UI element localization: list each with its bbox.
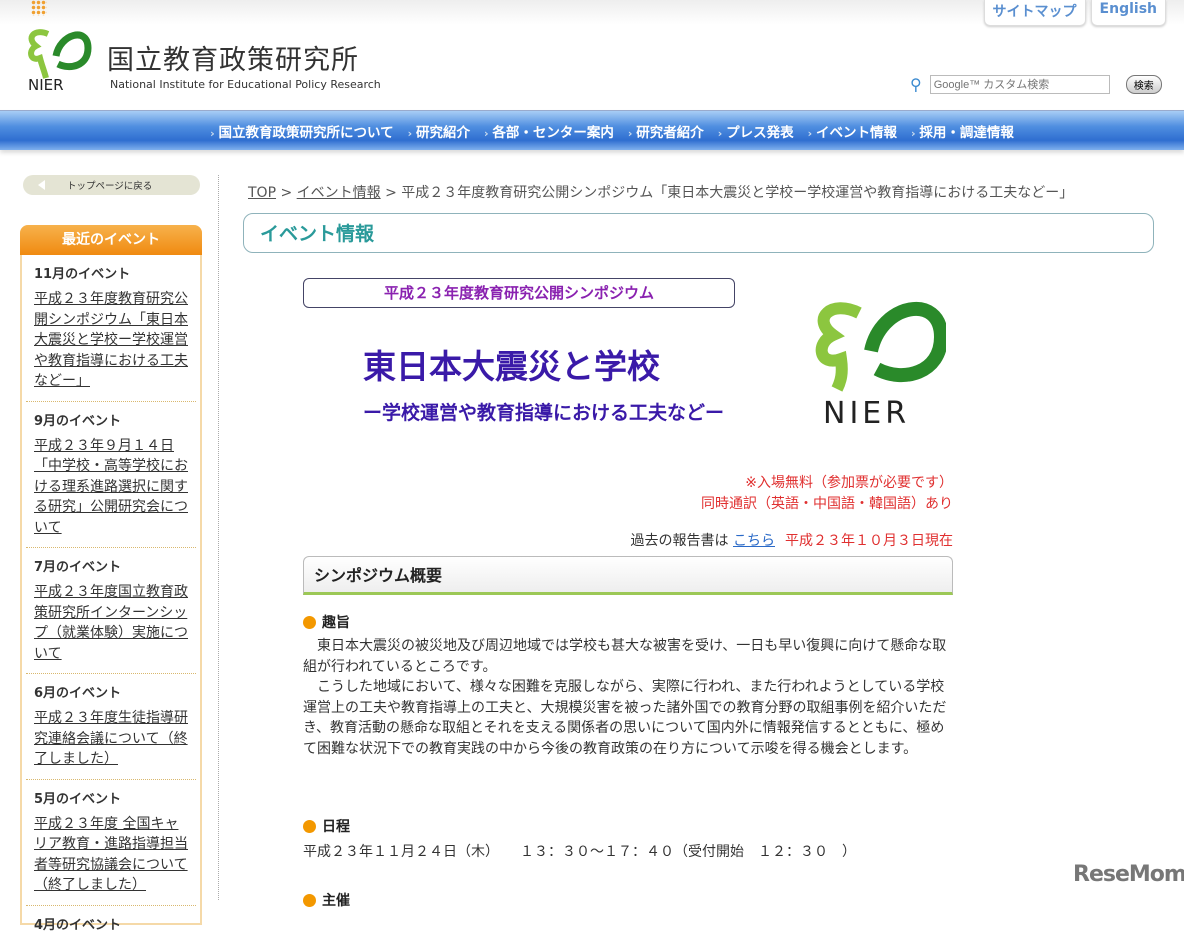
event-link[interactable]: 平成２３年度 全国キャリア教育・進路指導担当者等研究協議会について（終了しました… bbox=[34, 816, 188, 894]
back-to-top-button[interactable]: トップページに戻る bbox=[23, 175, 200, 195]
top-links: サイトマップ English bbox=[983, 0, 1166, 26]
sitemap-link[interactable]: サイトマップ bbox=[983, 0, 1086, 26]
divider bbox=[218, 175, 219, 900]
nier-logo[interactable]: NIER bbox=[26, 26, 92, 96]
host-label: 主催 bbox=[322, 893, 350, 909]
nav-about[interactable]: 国立教育政策研究所について bbox=[210, 121, 394, 141]
dots-decoration bbox=[31, 0, 47, 16]
event-group: 6月のイベント平成２３年度生徒指導研究連絡会議について（終了しました） bbox=[26, 674, 196, 780]
event-group: 7月のイベント平成２３年度国立教育政策研究所インターンシップ（就業体験）実施につ… bbox=[26, 548, 196, 674]
recent-events-panel: 最近のイベント 11月のイベント平成２３年度教育研究公開シンポジウム「東日本大震… bbox=[20, 225, 202, 933]
event-month: 9月のイベント bbox=[34, 413, 122, 429]
bullet-icon bbox=[303, 615, 316, 629]
updated-date: 平成２３年１０月３日現在 bbox=[785, 533, 953, 549]
resemom-watermark: ReseMom bbox=[1073, 862, 1184, 887]
purpose-paragraph: こうした地域において、様々な困難を克服しながら、実際に行われ、また行われようとし… bbox=[303, 679, 947, 757]
arrow-left-icon bbox=[33, 180, 45, 190]
past-prefix: 過去の報告書は bbox=[630, 533, 729, 549]
nav-recruit[interactable]: 採用・調達情報 bbox=[911, 121, 1014, 141]
event-group: 5月のイベント平成２３年度 全国キャリア教育・進路指導担当者等研究協議会について… bbox=[26, 780, 196, 906]
breadcrumb-events[interactable]: イベント情報 bbox=[297, 185, 381, 201]
nier-banner-logo: NIER bbox=[811, 293, 949, 432]
recent-events-title: 最近のイベント bbox=[20, 225, 202, 255]
event-link[interactable]: 平成２３年９月１４日「中学校・高等学校における理系進路選択に関する研究」公開研究… bbox=[34, 438, 188, 536]
notes: ※入場無料（参加票が必要です） 同時通訳（英語・中国語・韓国語）あり bbox=[701, 473, 953, 515]
event-group: 11月のイベント平成２３年度教育研究公開シンポジウム「東日本大震災と学校ー学校運… bbox=[26, 255, 196, 402]
bullet-icon bbox=[303, 819, 316, 833]
nav-departments[interactable]: 各部・センター案内 bbox=[484, 121, 614, 141]
event-month: 6月のイベント bbox=[34, 686, 122, 701]
schedule-text: 平成２３年１１月２４日（木） １３：３０～１７：４０（受付開始 １２：３０ ） bbox=[303, 844, 856, 860]
section-title: イベント情報 bbox=[243, 213, 1154, 253]
svg-text:NIER: NIER bbox=[28, 76, 64, 92]
banner-subtitle: 平成２３年度教育研究公開シンポジウム bbox=[303, 278, 735, 308]
purpose-label: 趣旨 bbox=[322, 615, 350, 631]
english-link[interactable]: English bbox=[1090, 0, 1166, 26]
nav-researchers[interactable]: 研究者紹介 bbox=[628, 121, 704, 141]
org-name-jp: 国立教育政策研究所 bbox=[107, 45, 359, 76]
schedule-label: 日程 bbox=[322, 819, 350, 835]
org-name-en: National Institute for Educational Polic… bbox=[110, 78, 381, 91]
purpose-paragraph: 東日本大震災の被災地及び周辺地域では学校も甚大な被害を受け、一日も早い復興に向け… bbox=[303, 638, 947, 675]
search-input[interactable] bbox=[929, 75, 1110, 94]
breadcrumb-top[interactable]: TOP bbox=[248, 185, 276, 201]
event-month: 4月のイベント bbox=[34, 917, 122, 933]
banner-title-sub: ー学校運営や教育指導における工夫などー bbox=[363, 402, 725, 424]
event-group: 4月のイベント bbox=[26, 906, 196, 949]
host-heading: 主催 bbox=[303, 890, 350, 910]
note-interpretation: 同時通訳（英語・中国語・韓国語）あり bbox=[701, 496, 953, 512]
purpose-heading: 趣旨 bbox=[303, 612, 350, 632]
overview-heading: シンポジウム概要 bbox=[303, 556, 953, 595]
search-icon: ⚲ bbox=[910, 75, 922, 94]
nav-press[interactable]: プレス発表 bbox=[718, 121, 794, 141]
banner-title: 東日本大震災と学校 bbox=[363, 347, 660, 386]
note-free: ※入場無料（参加票が必要です） bbox=[745, 475, 953, 491]
nav-research[interactable]: 研究紹介 bbox=[408, 121, 470, 141]
breadcrumb: TOP > イベント情報 > 平成２３年度教育研究公開シンポジウム「東日本大震災… bbox=[248, 185, 1074, 201]
bullet-icon bbox=[303, 893, 316, 907]
back-label: トップページに戻る bbox=[67, 181, 153, 192]
event-group: 9月のイベント平成２３年９月１４日「中学校・高等学校における理系進路選択に関する… bbox=[26, 402, 196, 548]
event-link[interactable]: 平成２３年度教育研究公開シンポジウム「東日本大震災と学校ー学校運営や教育指導にお… bbox=[34, 291, 188, 389]
event-month: 11月のイベント bbox=[34, 267, 131, 282]
purpose-text: 東日本大震災の被災地及び周辺地域では学校も甚大な被害を受け、一日も早い復興に向け… bbox=[303, 636, 953, 759]
past-reports-link[interactable]: こちら bbox=[733, 533, 775, 549]
search-button[interactable]: 検索 bbox=[1125, 75, 1162, 94]
event-link[interactable]: 平成２３年度国立教育政策研究所インターンシップ（就業体験）実施について bbox=[34, 584, 188, 662]
past-reports: 過去の報告書は こちら 平成２３年１０月３日現在 bbox=[631, 530, 953, 550]
main-content: 平成２３年度教育研究公開シンポジウム 東日本大震災と学校 ー学校運営や教育指導に… bbox=[303, 278, 953, 909]
schedule-heading: 日程 bbox=[303, 816, 350, 836]
nav-events[interactable]: イベント情報 bbox=[808, 121, 897, 141]
svg-text:NIER: NIER bbox=[823, 396, 910, 428]
main-nav: 国立教育政策研究所について 研究紹介 各部・センター案内 研究者紹介 プレス発表… bbox=[0, 110, 1184, 150]
breadcrumb-current: 平成２３年度教育研究公開シンポジウム「東日本大震災と学校ー学校運営や教育指導にお… bbox=[401, 185, 1074, 201]
event-month: 5月のイベント bbox=[34, 791, 122, 807]
event-month: 7月のイベント bbox=[34, 560, 122, 575]
search-bar: ⚲ 検索 bbox=[910, 75, 1162, 94]
event-link[interactable]: 平成２３年度生徒指導研究連絡会議について（終了しました） bbox=[34, 710, 188, 767]
sidebar: トップページに戻る 最近のイベント 11月のイベント平成２３年度教育研究公開シン… bbox=[20, 175, 202, 933]
